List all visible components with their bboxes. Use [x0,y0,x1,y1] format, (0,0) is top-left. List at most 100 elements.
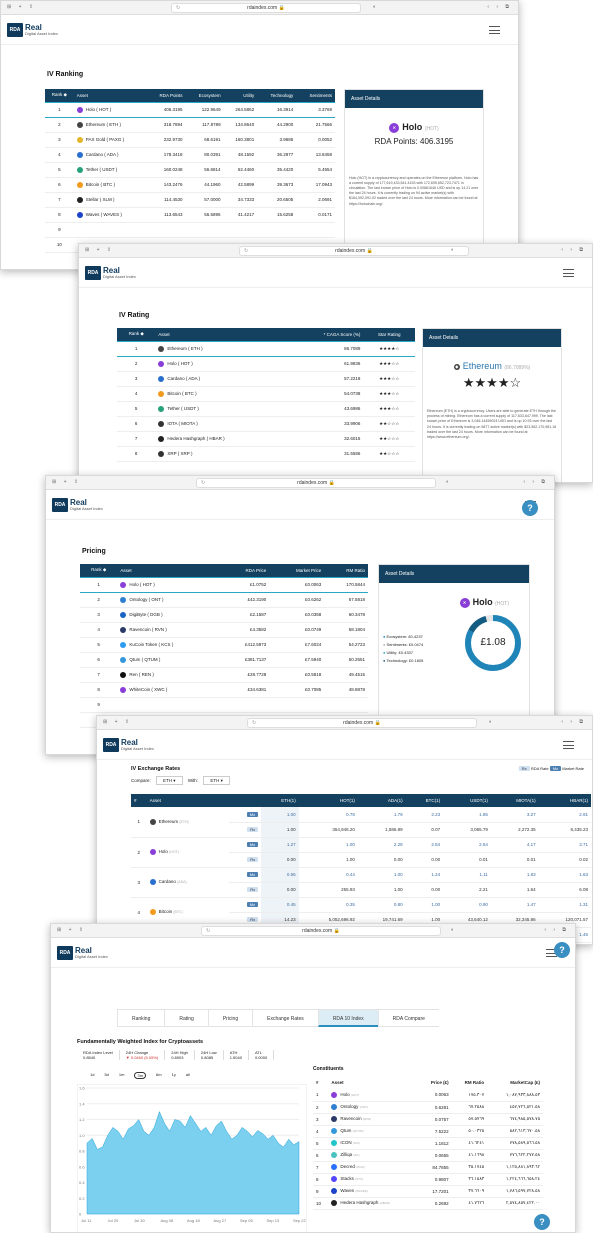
range-button-6m[interactable]: 6m [156,1072,162,1079]
asset-cell[interactable]: Decred (DCR) [328,1161,419,1174]
table-row[interactable]: 9 [80,697,368,713]
asset-cell[interactable]: Stellar ( XLM ) [73,192,147,208]
tab-rating[interactable]: Rating [164,1009,208,1027]
asset-cell[interactable]: Ren ( REN ) [117,667,222,683]
range-button-1d[interactable]: 1d [90,1072,94,1079]
table-row[interactable]: 2 Ontology (ONT) 0.6281 ٦٧.٢٥٨٨ ٤٥٧,٧٢٦,٥٢١.… [313,1101,543,1114]
asset-cell[interactable]: Ontology ( ONT ) [117,592,222,608]
address-bar[interactable]: ↻ rdaindex.com 🔒 [201,926,441,936]
help-button-bottom[interactable]: ? [534,1214,550,1230]
column-header[interactable]: * CAGA Score (%) [286,328,364,341]
toolbar-left-icons[interactable]: ⊞ + ⇪ [103,719,132,725]
tab-exchange-rates[interactable]: Exchange Rates [252,1009,318,1027]
asset-cell[interactable]: Ontology (ONT) [328,1101,419,1114]
table-row[interactable]: 1 Ethereum ( ETH ) 86.7089 ★★★★☆ [117,340,415,357]
column-header[interactable]: Rank ◆ [80,564,118,577]
reload-icon[interactable]: ↻ [244,247,248,255]
column-header[interactable]: Market Price [269,564,325,577]
asset-cell[interactable]: Ravencoin ( RVN ) [117,622,222,638]
asset-cell[interactable]: Holo (HOT) [328,1089,419,1102]
table-row[interactable]: 2 Holo (HOT) Mx 1.27 1.00 2.28 2.84 2.54 4.17 3.7… [131,837,591,868]
toolbar-left-icons[interactable]: ⊞ + ⇪ [57,927,86,933]
reload-icon[interactable]: ↻ [176,4,180,12]
column-header[interactable]: Rank ◆ [45,89,74,102]
range-button-all[interactable]: all [186,1072,190,1079]
help-button[interactable]: ? [522,500,538,516]
table-row[interactable]: 4 Bitcoin ( BTC ) 54.0738 ★★★☆☆ [117,386,415,402]
table-row[interactable]: 1 Holo ( HOT ) 406.3195 122.9649 264.5862 16.… [45,101,335,118]
asset-cell[interactable]: Hedera Hashgraph (HBAR) [328,1197,419,1210]
asset-cell[interactable]: WhiteCoin ( XWC ) [117,682,222,698]
tab-pricing[interactable]: Pricing [207,1009,253,1027]
column-header[interactable]: RM Ratio [451,1076,488,1089]
asset-cell[interactable]: Bitcoin ( BTC ) [73,177,147,193]
asset-cell[interactable]: Holo ( HOT ) [155,356,287,372]
toolbar-right-icons[interactable]: ‹ › ⧉ [523,479,548,485]
table-row[interactable]: 1 Holo (HOT) 0.0063 ١٧٥.٣٠٧ ١,٠٨٧,٩٣٣,٨٨٨.٥٣ [313,1089,543,1102]
site-logo[interactable]: RDA Real Digital Asset Index [57,946,108,960]
table-row[interactable]: 3 Cardano (ADA) Mx 0.56 0.44 1.00 1.24 1.11 1.83… [131,867,591,898]
toolbar-left-icons[interactable]: ⊞ + ⇪ [52,479,81,485]
toolbar-right-icons[interactable]: ‹ › ⧉ [561,247,586,253]
compare-select[interactable]: ETH ▾ [156,776,183,785]
asset-cell[interactable]: Holo ( HOT ) [73,101,147,118]
asset-cell[interactable]: Holo ( HOT ) [117,576,222,593]
column-header[interactable]: ADA(1) [357,794,406,807]
table-row[interactable]: 4 Bitcoin (BTC) Mx 0.45 0.35 0.80 1.00 0.90 1.47… [131,897,591,928]
column-header[interactable]: Star Rating [363,328,415,341]
tab-rda-compare[interactable]: RDA Compare [377,1009,439,1027]
column-header[interactable]: Utility [223,89,258,102]
asset-cell[interactable]: Tether ( USDT ) [73,162,147,178]
shield-icon[interactable]: ◐ [451,247,454,253]
asset-cell[interactable]: IOTA ( MIOTA ) [155,416,287,432]
column-header[interactable]: Rank ◆ [117,328,156,341]
table-row[interactable]: 8 XRP ( XRP ) 31.5586 ★★☆☆☆ [117,446,415,462]
menu-icon[interactable] [563,741,574,749]
table-row[interactable]: 2 Holo ( HOT ) 61.9836 ★★★☆☆ [117,356,415,372]
reload-icon[interactable]: ↻ [206,927,210,935]
table-row[interactable]: 2 Ethereum ( ETH ) 318.7894 117.8789 134.864… [45,117,335,133]
column-header[interactable]: RM Ratio [324,564,368,577]
tab-rda-10-index[interactable]: RDA 10 Index [317,1009,378,1027]
table-row[interactable]: 5 Tether ( USDT ) 43.6986 ★★★☆☆ [117,401,415,417]
asset-cell[interactable]: PAX Gold ( PAXG ) [73,132,147,148]
toolbar-right-icons[interactable]: ‹ › ⧉ [487,4,512,10]
asset-cell[interactable]: Cardano (ADA) [146,867,230,898]
table-row[interactable]: 8 Waves ( WAVES ) 113.6543 56.5896 41.4217 15… [45,207,335,223]
site-logo[interactable]: RDA Real Digital Asset Index [52,498,103,512]
toolbar-right-icons[interactable]: ‹ › ⧉ [544,927,569,933]
address-bar[interactable]: ↻ rdaindex.com 🔒 [239,246,469,256]
toolbar-left-icons[interactable]: ⊞ + ⇪ [7,4,36,10]
asset-cell[interactable]: Waves (WAVES) [328,1185,419,1198]
table-row[interactable]: 6 Bitcoin ( BTC ) 143.2476 44.1960 42.5899 39… [45,177,335,193]
table-row[interactable]: 9 [45,222,335,238]
asset-cell[interactable]: Ethereum (ETH) [146,807,230,838]
column-header[interactable]: MarketCap (£) [487,1076,543,1089]
asset-cell[interactable]: Qtum ( QTUM ) [117,652,222,668]
asset-cell[interactable]: Bitcoin ( BTC ) [155,386,287,402]
range-button-1y[interactable]: 1y [172,1072,176,1079]
table-row[interactable]: 9 Waves (WAVES) 17.7201 ٣٧.٦٦٠٩ ١,٧٨٦,٥٩٧,٧٢… [313,1185,543,1198]
column-header[interactable]: RDA Points [146,89,186,102]
table-row[interactable]: 3 DigiByte ( DGB ) £2.1587 £0.0358 60.3478 [80,607,368,623]
table-row[interactable]: 4 Ravencoin ( RVN ) £4.3582 £0.0749 58.1804 [80,622,368,638]
table-row[interactable]: 3 PAX Gold ( PAXG ) 232.9730 68.6191 160.380… [45,132,335,148]
table-row[interactable]: 2 Ontology ( ONT ) £42.3190 £0.6262 67.5818 [80,592,368,608]
range-button-3m[interactable]: 3m [134,1072,147,1079]
table-row[interactable]: 6 IOTA ( MIOTA ) 33.9906 ★★☆☆☆ [117,416,415,432]
asset-cell[interactable]: Cardano ( ADA ) [155,371,287,387]
help-button[interactable]: ? [554,942,570,958]
asset-cell[interactable]: Hedera Hashgraph ( HBAR ) [155,431,287,447]
column-header[interactable]: Asset [155,328,287,341]
table-row[interactable]: 7 Ren ( REN ) £28.7728 £0.5818 49.4515 [80,667,368,683]
table-row[interactable]: 3 Ravencoin (RVN) 0.0757 ٥٧.٥٧٦٩ ٦٧٤,٩٨٥,٥٧٨… [313,1113,543,1126]
address-bar[interactable]: ↻ rdaindex.com 🔒 [247,718,477,728]
column-header[interactable]: HOT(1) [298,794,358,807]
column-header[interactable]: Ecosystem [185,89,224,102]
column-header[interactable]: # [131,794,147,807]
table-row[interactable]: 5 KuCoin Token ( KCS ) £412.5973 £7.6024 54.… [80,637,368,653]
toolbar-left-icons[interactable]: ⊞ + ⇪ [85,247,114,253]
toolbar-right-icons[interactable]: ‹ › ⧉ [561,719,586,725]
address-bar[interactable]: ↻ rdaindex.com 🔒 [171,3,361,13]
shield-icon[interactable]: ◐ [489,719,492,725]
